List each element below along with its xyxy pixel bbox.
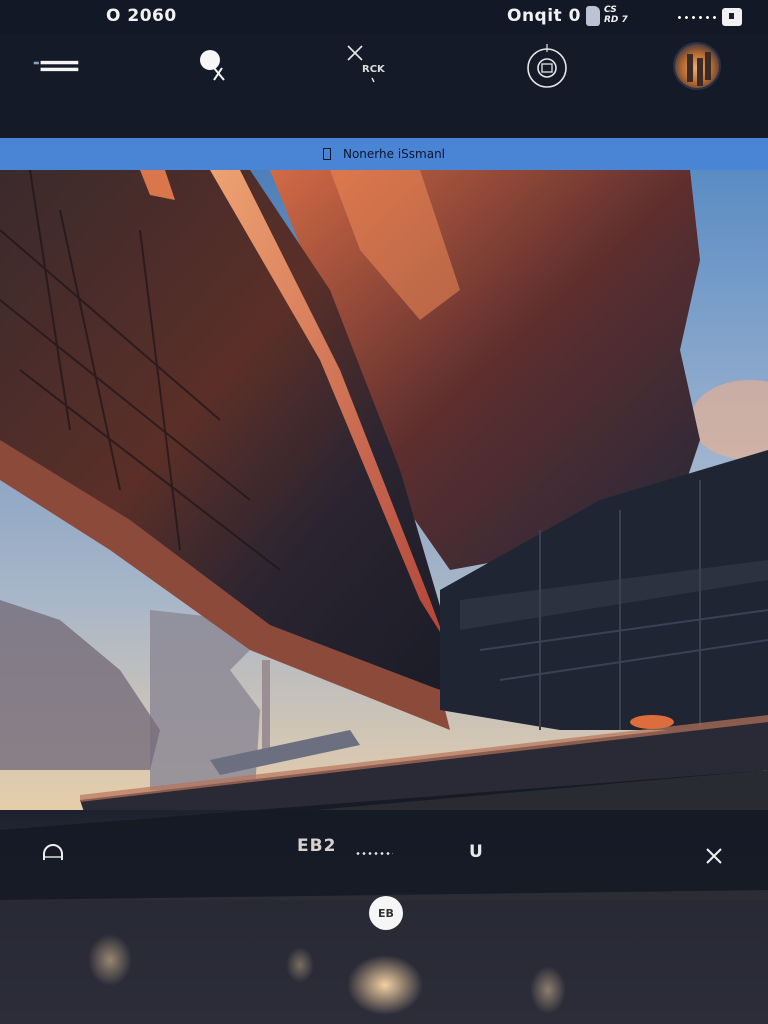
- app-screen: O 2060 Onqit 0 CS RD 7 RCK Nonerhe iSsma…: [0, 0, 768, 1024]
- profile-button[interactable]: [673, 42, 721, 90]
- search-button[interactable]: [192, 42, 240, 90]
- sim-icon: [586, 6, 600, 26]
- capture-button[interactable]: EB: [369, 896, 403, 930]
- top-toolbar: RCK: [0, 34, 768, 138]
- close-icon: [706, 848, 722, 864]
- banner-text: Nonerhe iSsmanl: [342, 147, 446, 161]
- camera-button[interactable]: [523, 42, 571, 90]
- network-indicator: CS RD 7: [604, 5, 628, 25]
- signal-dots-icon: [676, 16, 720, 19]
- network-line-2: RD 7: [604, 15, 628, 25]
- menu-button[interactable]: [32, 42, 80, 90]
- search-icon: [200, 50, 225, 81]
- u-button[interactable]: U: [469, 842, 483, 862]
- more-dots-icon[interactable]: [355, 852, 393, 855]
- dismiss-button[interactable]: [703, 845, 725, 867]
- camera-icon: [527, 44, 567, 88]
- status-time: O 2060: [106, 6, 177, 26]
- menu-icon: [33, 60, 79, 72]
- notification-banner[interactable]: Nonerhe iSsmanl: [0, 138, 768, 170]
- banner-icon: [322, 148, 331, 160]
- headphones-button[interactable]: [40, 842, 66, 868]
- media-code-label: EB2: [297, 836, 337, 856]
- capture-button-label: EB: [378, 906, 394, 920]
- status-carrier: Onqit 0: [507, 6, 581, 26]
- close-label: RCK: [362, 64, 385, 75]
- avatar: [673, 42, 721, 90]
- battery-icon: [722, 8, 742, 26]
- network-line-1: CS: [604, 5, 617, 15]
- headphones-icon: [43, 844, 63, 860]
- status-bar: O 2060 Onqit 0 CS RD 7: [0, 0, 768, 34]
